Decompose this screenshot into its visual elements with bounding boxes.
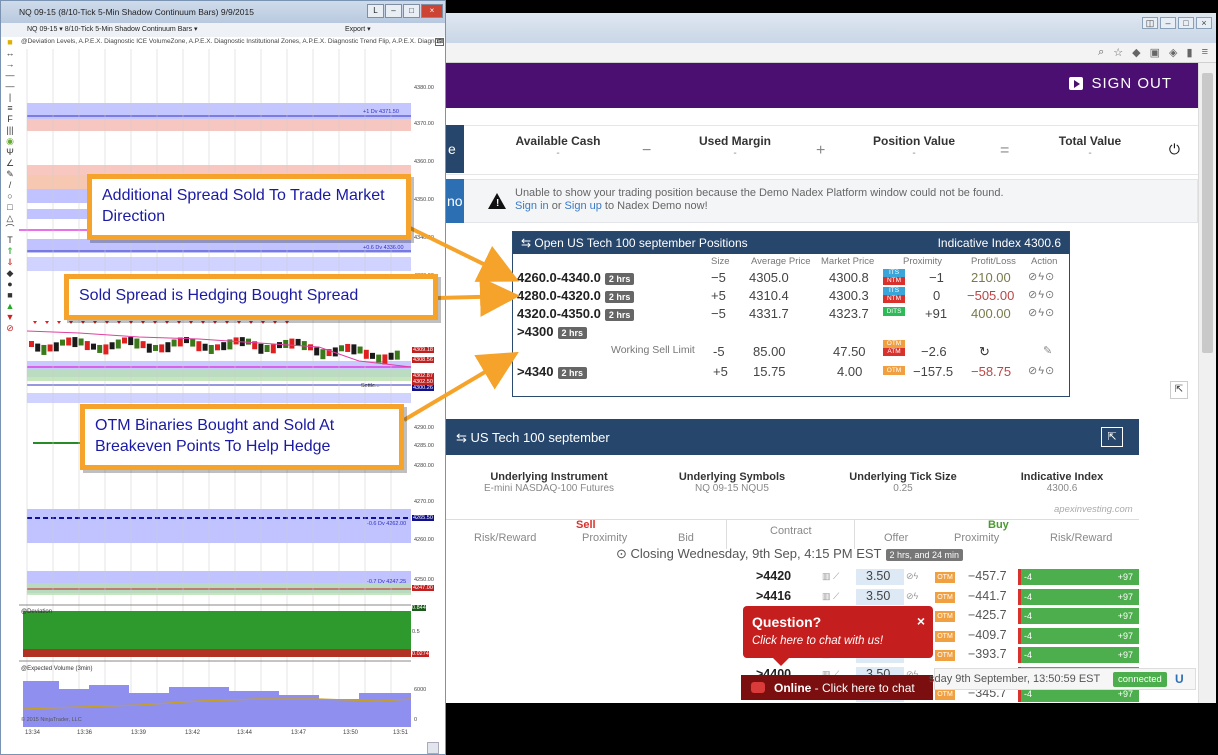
arrow-line (409, 226, 520, 282)
callout-additional-spread: Additional Spread Sold To Trade Market D… (87, 174, 411, 240)
arrow-line (437, 276, 520, 317)
annotation-arrows (402, 226, 520, 422)
arrow-line (402, 351, 519, 422)
callout-sold-spread: Sold Spread is Hedging Bought Spread (64, 274, 438, 320)
callout-otm-binaries: OTM Binaries Bought and Sold At Breakeve… (80, 404, 404, 470)
